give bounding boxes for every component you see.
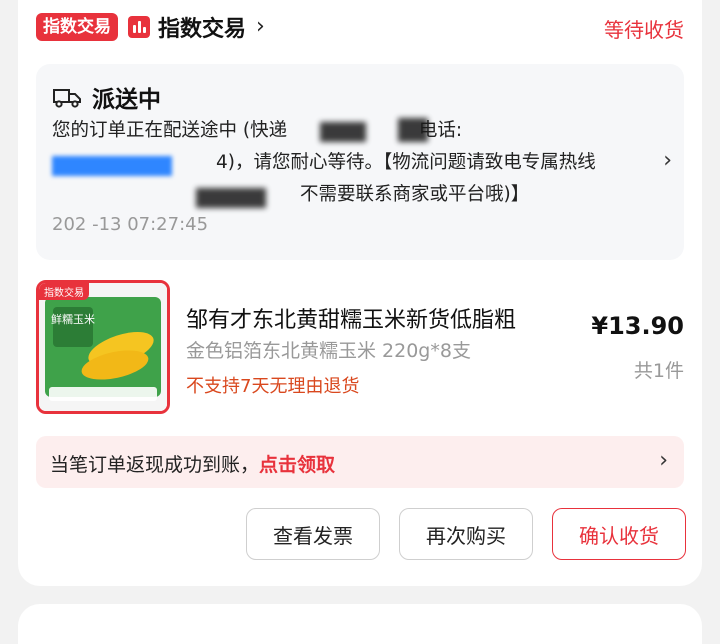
return-policy-note: 不支持7天无理由退货	[186, 376, 360, 397]
corn-package-image: 鲜糯玉米	[39, 283, 167, 411]
rebuy-button[interactable]: 再次购买	[399, 508, 533, 560]
next-order-card	[18, 604, 702, 644]
logistics-text-2a: 4)，请您耐心等待。【物流问题请致电专属热线	[216, 152, 596, 173]
product-spec: 金色铝箔东北黄糯玉米 220g*8支	[186, 340, 471, 362]
product-thumbnail[interactable]: 鲜糯玉米 指数交易	[36, 280, 170, 414]
product-price: ¥13.90	[591, 312, 684, 340]
logistics-text-3a: 不需要联系商家或平台哦)】	[300, 184, 530, 205]
logistics-line-3: 不需要联系商家或平台哦)】	[300, 182, 529, 208]
cashback-text: 当笔订单返现成功到账，点击领取	[50, 450, 335, 477]
order-status: 等待收货	[604, 18, 684, 42]
chevron-right-icon[interactable]: ›	[663, 148, 672, 173]
logistics-text-1a: 您的订单正在配送途中 (快递	[52, 120, 288, 141]
shop-name[interactable]: 指数交易	[158, 11, 246, 43]
logistics-line-2: 4)，请您耐心等待。【物流问题请致电专属热线	[216, 150, 596, 176]
redaction-block	[196, 188, 266, 208]
logistics-time: 202 -13 07:27:45	[52, 214, 209, 235]
product-quantity: 共1件	[633, 360, 684, 382]
redaction-block	[398, 118, 428, 142]
cashback-message: 当笔订单返现成功到账，	[50, 454, 260, 476]
product-title[interactable]: 邹有才东北黄甜糯玉米新货低脂粗	[186, 302, 516, 334]
thumb-shop-tag: 指数交易	[39, 283, 89, 300]
logistics-status-title: 派送中	[92, 87, 161, 113]
redaction-block	[52, 156, 172, 176]
truck-icon	[53, 89, 81, 108]
confirm-receipt-button[interactable]: 确认收货	[552, 508, 686, 560]
chevron-right-icon[interactable]: ›	[659, 448, 668, 473]
order-card: 指数交易 指数交易 › 等待收货 派送中 您的订单正在配送途中 (快递 电话: …	[18, 0, 702, 586]
logistics-panel[interactable]: 派送中 您的订单正在配送途中 (快递 电话: 4)，请您耐心等待。【物流问题请致…	[36, 64, 684, 260]
chevron-right-icon[interactable]: ›	[256, 16, 265, 38]
redaction-block	[320, 122, 366, 142]
view-invoice-button[interactable]: 查看发票	[246, 508, 380, 560]
claim-link[interactable]: 点击领取	[259, 454, 335, 476]
shop-logo-icon	[128, 16, 150, 38]
cashback-banner[interactable]: 当笔订单返现成功到账，点击领取 ›	[36, 436, 684, 488]
shop-header[interactable]: 指数交易 指数交易 ›	[36, 10, 265, 44]
svg-text:鲜糯玉米: 鲜糯玉米	[51, 312, 95, 326]
shop-badge: 指数交易	[36, 13, 118, 41]
